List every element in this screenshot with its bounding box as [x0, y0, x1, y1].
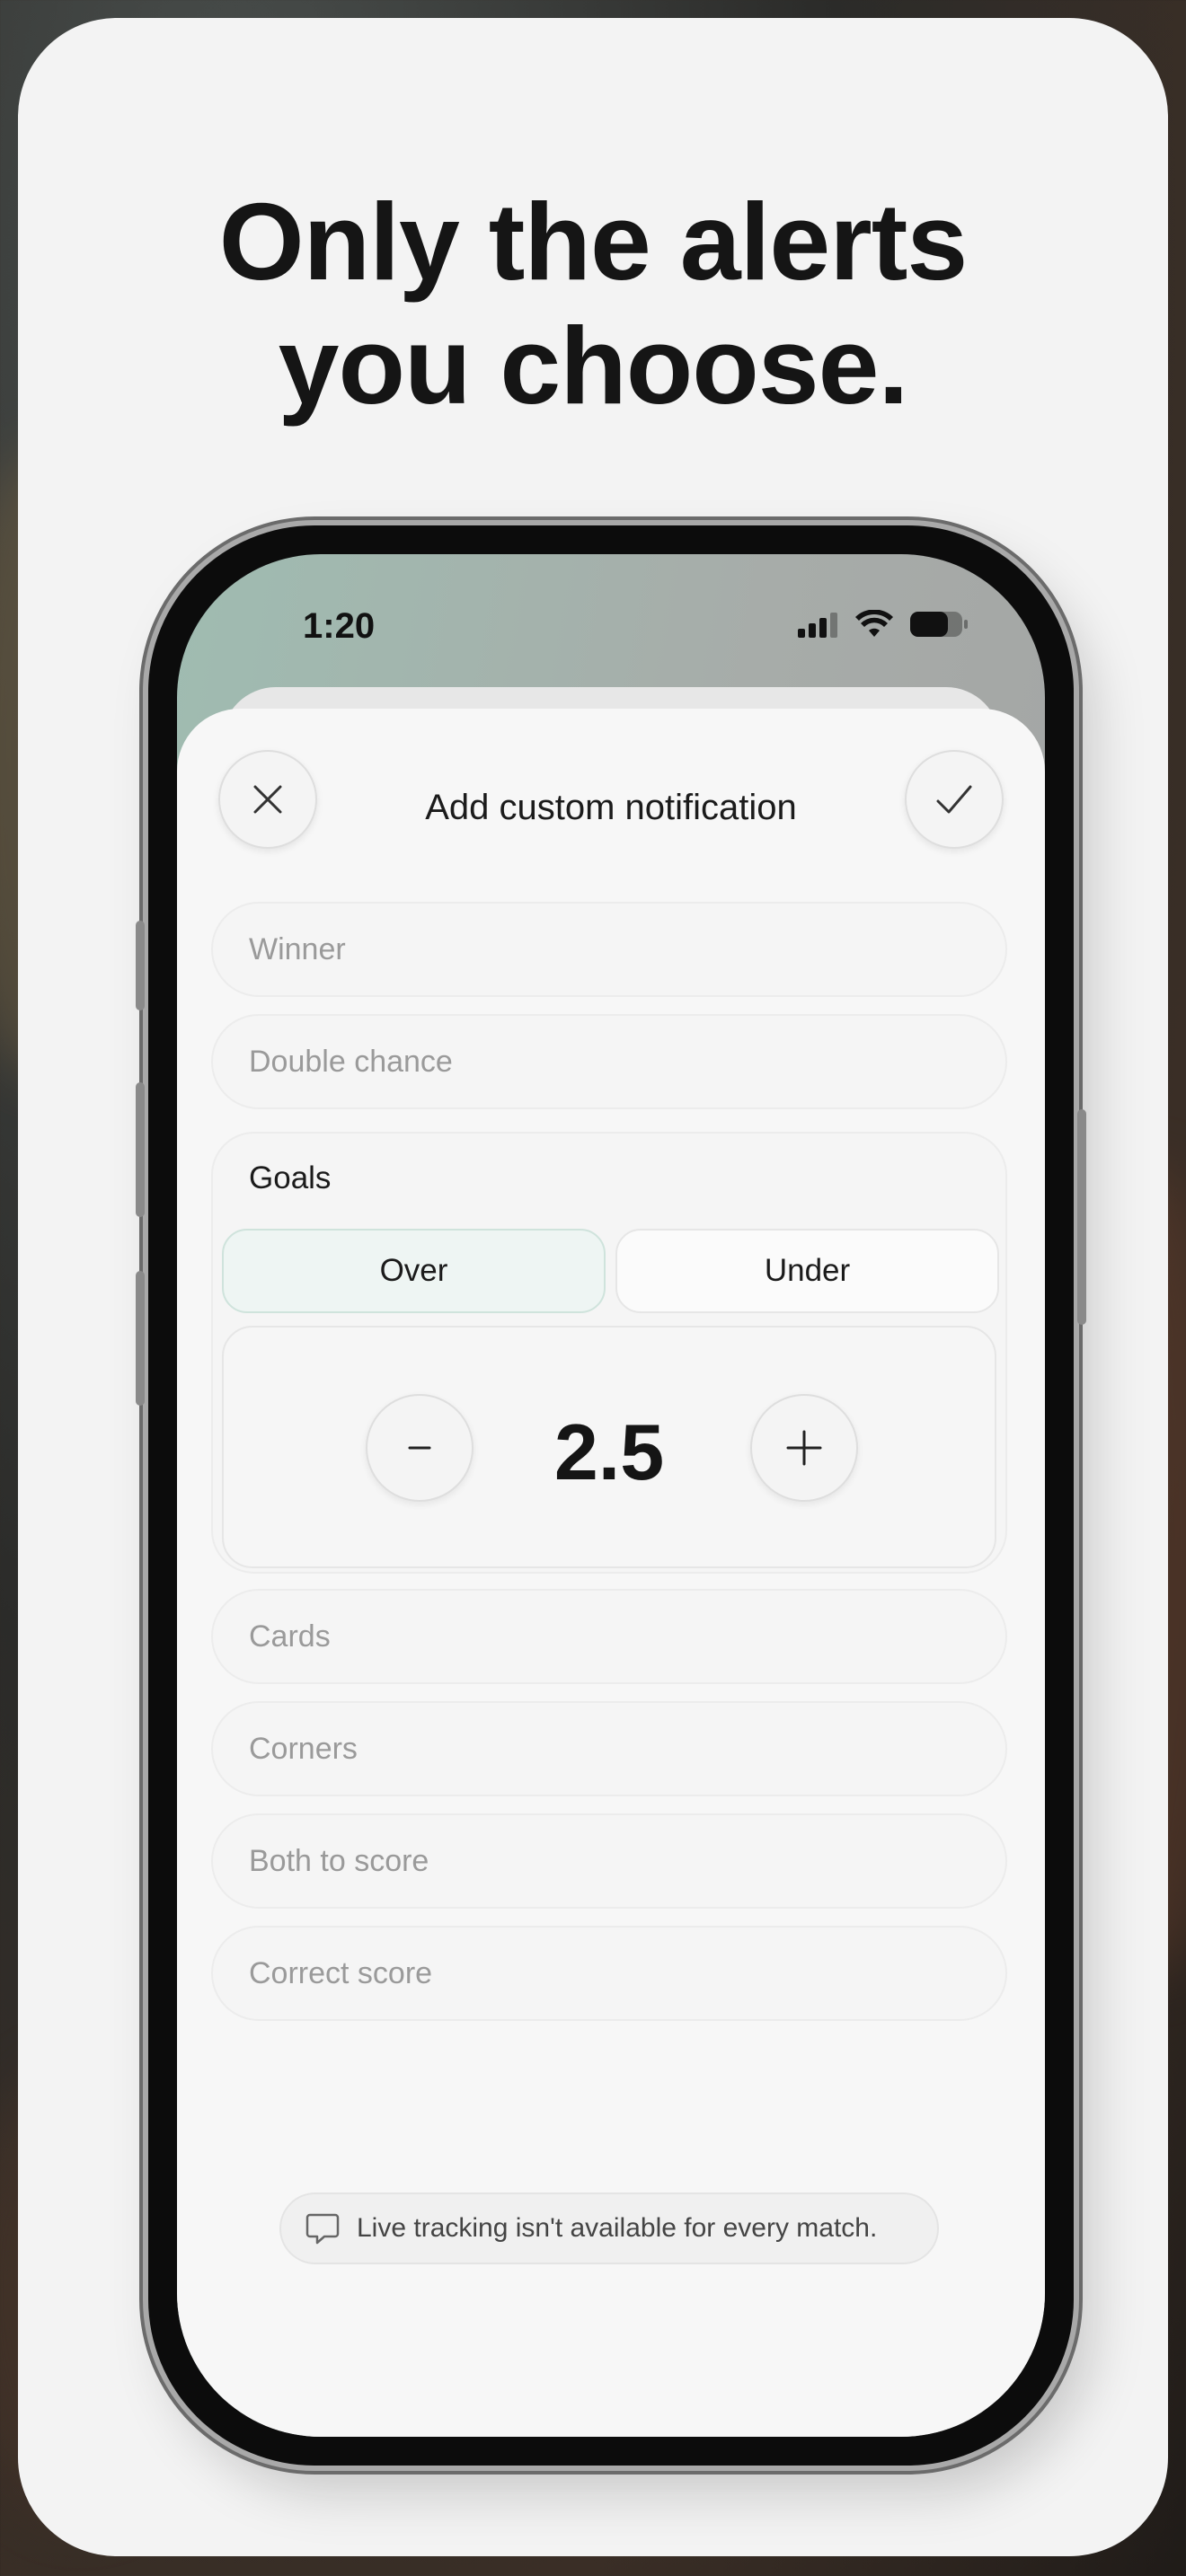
phone-power-button	[1077, 1109, 1086, 1325]
battery-icon	[910, 612, 968, 637]
phone-side-button	[136, 921, 145, 1010]
phone-volume-up	[136, 1082, 145, 1217]
market-both-to-score[interactable]: Both to score	[211, 1813, 1007, 1909]
notification-sheet: Add custom notification Winner Double ch…	[177, 709, 1045, 2437]
market-cards[interactable]: Cards	[211, 1589, 1007, 1684]
wifi-icon	[855, 610, 893, 637]
headline-line-2: you choose.	[278, 304, 909, 427]
increment-button[interactable]	[750, 1394, 858, 1502]
confirm-button[interactable]	[905, 750, 1004, 849]
market-correct-score[interactable]: Correct score	[211, 1926, 1007, 2021]
phone-screen: 1:20 Add custom notification Winner Doub…	[177, 554, 1045, 2437]
goals-under-option[interactable]: Under	[615, 1229, 999, 1313]
cellular-signal-icon	[798, 613, 837, 638]
phone-volume-down	[136, 1271, 145, 1406]
notice-text: Live tracking isn't available for every …	[357, 2213, 878, 2243]
market-corners[interactable]: Corners	[211, 1701, 1007, 1796]
speech-bubble-icon	[305, 2213, 340, 2245]
live-tracking-notice: Live tracking isn't available for every …	[279, 2192, 939, 2264]
goals-over-option[interactable]: Over	[222, 1229, 606, 1313]
plus-icon	[786, 1430, 822, 1466]
headline: Only the alerts you choose.	[18, 180, 1168, 428]
status-time: 1:20	[303, 606, 376, 646]
goals-line-stepper: 2.5	[222, 1326, 996, 1568]
goals-label: Goals	[249, 1160, 332, 1195]
checkmark-icon	[936, 785, 972, 814]
goals-line-value: 2.5	[553, 1407, 665, 1496]
promo-card: Only the alerts you choose. 1:20 Add cus…	[18, 18, 1168, 2556]
market-double-chance[interactable]: Double chance	[211, 1014, 1007, 1109]
market-winner[interactable]: Winner	[211, 902, 1007, 997]
status-icons	[798, 610, 969, 639]
headline-line-1: Only the alerts	[218, 181, 969, 303]
market-goals-expanded: Goals Over Under 2.5	[211, 1132, 1007, 1574]
phone-frame: 1:20 Add custom notification Winner Doub…	[136, 525, 1086, 2466]
